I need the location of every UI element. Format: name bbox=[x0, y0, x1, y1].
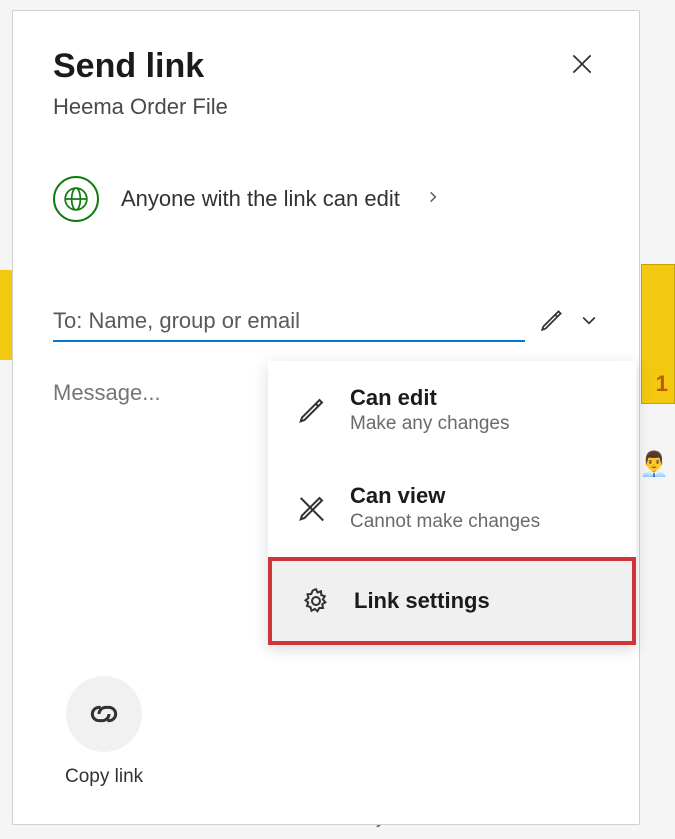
edit-permission-button[interactable] bbox=[539, 307, 565, 338]
link-icon bbox=[84, 694, 124, 734]
pencil-icon bbox=[297, 395, 327, 425]
globe-badge bbox=[53, 176, 99, 222]
dropdown-item-title: Link settings bbox=[354, 588, 490, 614]
gear-icon bbox=[301, 586, 331, 616]
dropdown-item-title: Can edit bbox=[350, 385, 510, 411]
link-scope-row[interactable]: Anyone with the link can edit bbox=[53, 176, 599, 222]
background-badge: 1 bbox=[656, 371, 668, 397]
dialog-subtitle: Heema Order File bbox=[53, 94, 228, 120]
chevron-down-icon bbox=[579, 310, 599, 330]
dialog-title: Send link bbox=[53, 47, 228, 86]
globe-icon bbox=[63, 186, 89, 212]
to-row bbox=[53, 302, 599, 342]
chevron-right-icon bbox=[426, 190, 440, 209]
background-avatar: 👨‍💼 bbox=[639, 450, 669, 479]
close-icon bbox=[569, 51, 595, 77]
background-accent-right: 1 bbox=[641, 264, 675, 404]
pencil-slash-icon bbox=[297, 493, 327, 523]
dropdown-item-subtitle: Make any changes bbox=[350, 413, 510, 435]
to-input[interactable] bbox=[53, 302, 525, 342]
dropdown-item-link-settings[interactable]: Link settings bbox=[268, 557, 636, 645]
permission-dropdown: Can edit Make any changes Can view Canno… bbox=[268, 361, 636, 645]
copy-link-button[interactable] bbox=[66, 676, 142, 752]
dropdown-item-can-view[interactable]: Can view Cannot make changes bbox=[268, 459, 636, 557]
dropdown-item-can-edit[interactable]: Can edit Make any changes bbox=[268, 361, 636, 459]
dropdown-item-subtitle: Cannot make changes bbox=[350, 511, 540, 533]
permission-dropdown-toggle[interactable] bbox=[579, 310, 599, 335]
dialog-header: Send link Heema Order File bbox=[53, 47, 599, 120]
send-link-dialog: Send link Heema Order File Anyone with t… bbox=[12, 10, 640, 825]
link-scope-text: Anyone with the link can edit bbox=[121, 186, 400, 212]
close-button[interactable] bbox=[565, 47, 599, 86]
pencil-icon bbox=[539, 307, 565, 333]
background-accent-left bbox=[0, 270, 12, 360]
dropdown-item-title: Can view bbox=[350, 483, 540, 509]
copy-link-label: Copy link bbox=[65, 766, 143, 788]
copy-link-section: Copy link bbox=[65, 676, 143, 788]
